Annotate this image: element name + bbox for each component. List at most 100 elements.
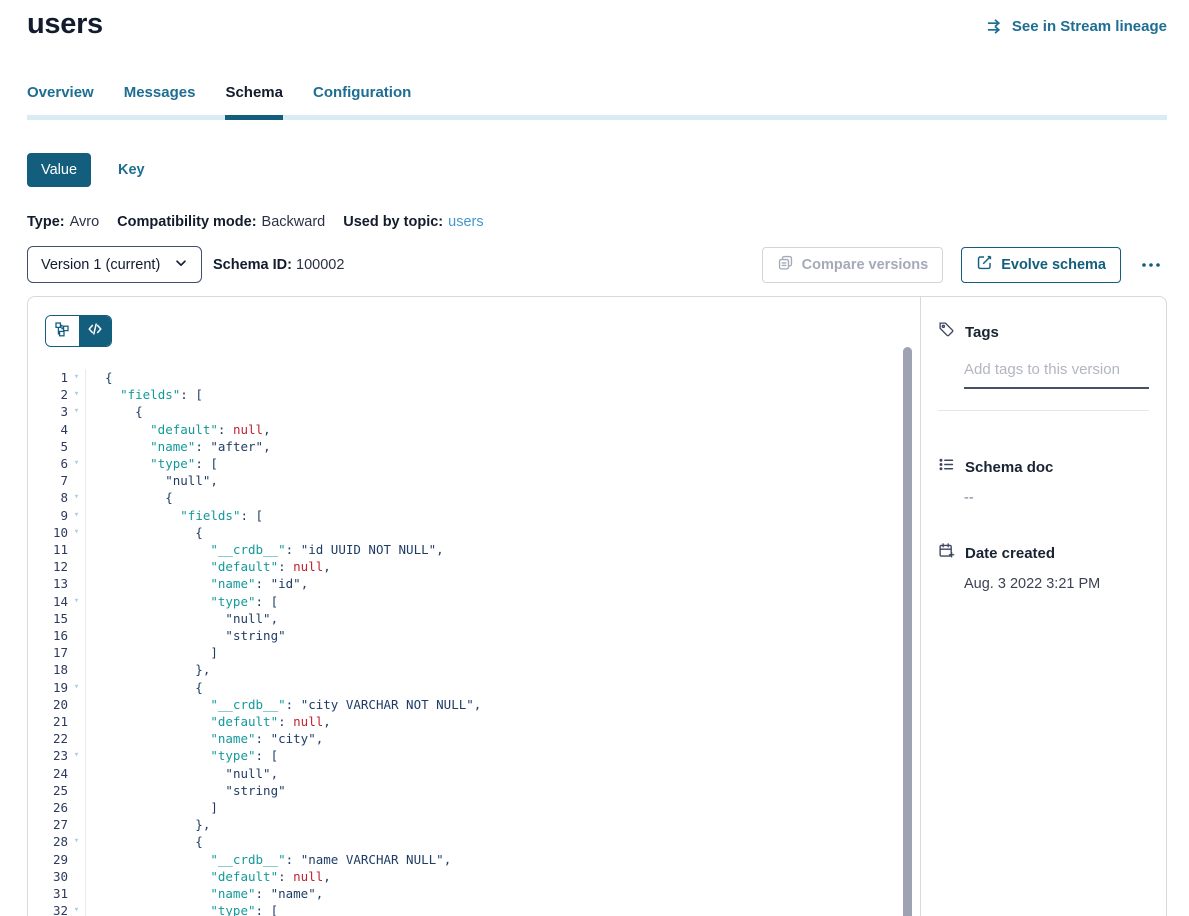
- type-value: Avro: [70, 214, 100, 230]
- code-line: 29 "__crdb__": "name VARCHAR NULL",: [28, 851, 920, 868]
- code-line: 16 "string": [28, 627, 920, 644]
- line-number: 4: [28, 421, 68, 438]
- collapse-caret-icon[interactable]: ▾: [68, 524, 86, 541]
- code-text: "string": [86, 782, 286, 799]
- key-tab-button[interactable]: Key: [118, 162, 145, 178]
- collapse-caret-icon[interactable]: ▾: [68, 902, 86, 916]
- version-select[interactable]: Version 1 (current): [27, 246, 202, 283]
- code-text: "null",: [86, 610, 278, 627]
- tab-configuration[interactable]: Configuration: [313, 84, 411, 115]
- code-line: 7 "null",: [28, 472, 920, 489]
- topic-link[interactable]: users: [448, 214, 483, 230]
- code-text: "default": null,: [86, 713, 331, 730]
- stream-lineage-link[interactable]: See in Stream lineage: [986, 17, 1167, 36]
- line-number: 23: [28, 747, 68, 764]
- code-line: 23▾ "type": [: [28, 747, 920, 764]
- line-number: 31: [28, 885, 68, 902]
- collapse-caret-icon[interactable]: ▾: [68, 489, 86, 506]
- view-mode-toggle: [45, 315, 112, 347]
- schema-page: users See in Stream lineage Overview Mess…: [0, 0, 1189, 916]
- tag-icon: [938, 321, 955, 343]
- code-text: "type": [: [86, 747, 278, 764]
- line-number: 20: [28, 696, 68, 713]
- collapse-caret-icon[interactable]: ▾: [68, 747, 86, 764]
- value-tab-button[interactable]: Value: [27, 153, 91, 187]
- tab-schema[interactable]: Schema: [225, 84, 283, 115]
- code-text: {: [86, 369, 113, 386]
- code-text: "type": [: [86, 593, 278, 610]
- add-tags-input[interactable]: [964, 361, 1149, 389]
- schema-doc-header: Schema doc: [938, 456, 1149, 478]
- line-number: 30: [28, 868, 68, 885]
- code-line: 32▾ "type": [: [28, 902, 920, 916]
- gutter-spacer: [68, 438, 86, 455]
- line-number: 22: [28, 730, 68, 747]
- evolve-schema-button[interactable]: Evolve schema: [961, 247, 1121, 283]
- code-text: {: [86, 524, 203, 541]
- schema-code-region: 1▾{2▾ "fields": [3▾ {4 "default": null,5…: [28, 297, 920, 916]
- gutter-spacer: [68, 799, 86, 816]
- gutter-spacer: [68, 644, 86, 661]
- line-number: 1: [28, 369, 68, 386]
- schema-doc-title: Schema doc: [965, 459, 1053, 476]
- code-line: 21 "default": null,: [28, 713, 920, 730]
- code-text: ]: [86, 799, 218, 816]
- collapse-caret-icon[interactable]: ▾: [68, 507, 86, 524]
- evolve-schema-label: Evolve schema: [1001, 257, 1106, 273]
- code-line: 9▾ "fields": [: [28, 507, 920, 524]
- code-line: 22 "name": "city",: [28, 730, 920, 747]
- code-text: "default": null,: [86, 421, 271, 438]
- topic-label: Used by topic:: [343, 214, 443, 230]
- code-scrollbar[interactable]: [903, 347, 912, 916]
- code-line: 2▾ "fields": [: [28, 386, 920, 403]
- code-lines: 1▾{2▾ "fields": [3▾ {4 "default": null,5…: [28, 369, 920, 916]
- code-line: 20 "__crdb__": "city VARCHAR NOT NULL",: [28, 696, 920, 713]
- collapse-caret-icon[interactable]: ▾: [68, 679, 86, 696]
- tree-view-button[interactable]: [46, 316, 79, 346]
- code-line: 25 "string": [28, 782, 920, 799]
- tab-track: [27, 115, 1167, 120]
- code-line: 24 "null",: [28, 765, 920, 782]
- more-actions-button[interactable]: [1135, 253, 1167, 277]
- code-text: "name": "after",: [86, 438, 271, 455]
- line-number: 8: [28, 489, 68, 506]
- collapse-caret-icon[interactable]: ▾: [68, 403, 86, 420]
- collapse-caret-icon[interactable]: ▾: [68, 593, 86, 610]
- compare-versions-label: Compare versions: [802, 257, 929, 273]
- line-number: 25: [28, 782, 68, 799]
- line-number: 10: [28, 524, 68, 541]
- date-created-section: Date created Aug. 3 2022 3:21 PM: [938, 542, 1149, 592]
- code-line: 14▾ "type": [: [28, 593, 920, 610]
- code-line: 10▾ {: [28, 524, 920, 541]
- code-text: "fields": [: [86, 386, 203, 403]
- tab-bar: Overview Messages Schema Configuration: [27, 84, 1167, 120]
- line-number: 24: [28, 765, 68, 782]
- collapse-caret-icon[interactable]: ▾: [68, 455, 86, 472]
- code-line: 19▾ {: [28, 679, 920, 696]
- line-number: 14: [28, 593, 68, 610]
- line-number: 7: [28, 472, 68, 489]
- gutter-spacer: [68, 575, 86, 592]
- compat-value: Backward: [262, 214, 326, 230]
- code-text: "null",: [86, 765, 278, 782]
- line-number: 2: [28, 386, 68, 403]
- code-view-button[interactable]: [79, 316, 112, 346]
- tab-overview[interactable]: Overview: [27, 84, 94, 115]
- gutter-spacer: [68, 782, 86, 799]
- collapse-caret-icon[interactable]: ▾: [68, 833, 86, 850]
- used-by-topic: Used by topic: users: [343, 214, 483, 230]
- tab-messages[interactable]: Messages: [124, 84, 196, 115]
- code-line: 11 "__crdb__": "id UUID NOT NULL",: [28, 541, 920, 558]
- code-line: 26 ]: [28, 799, 920, 816]
- schema-id: Schema ID: 100002: [213, 257, 344, 273]
- code-text: "null",: [86, 472, 218, 489]
- code-line: 30 "default": null,: [28, 868, 920, 885]
- code-text: "name": "city",: [86, 730, 323, 747]
- collapse-caret-icon[interactable]: ▾: [68, 386, 86, 403]
- sidebar-divider: [938, 410, 1149, 411]
- gutter-spacer: [68, 713, 86, 730]
- code-text: },: [86, 661, 210, 678]
- code-text: {: [86, 489, 173, 506]
- compare-versions-button[interactable]: Compare versions: [762, 247, 944, 283]
- collapse-caret-icon[interactable]: ▾: [68, 369, 86, 386]
